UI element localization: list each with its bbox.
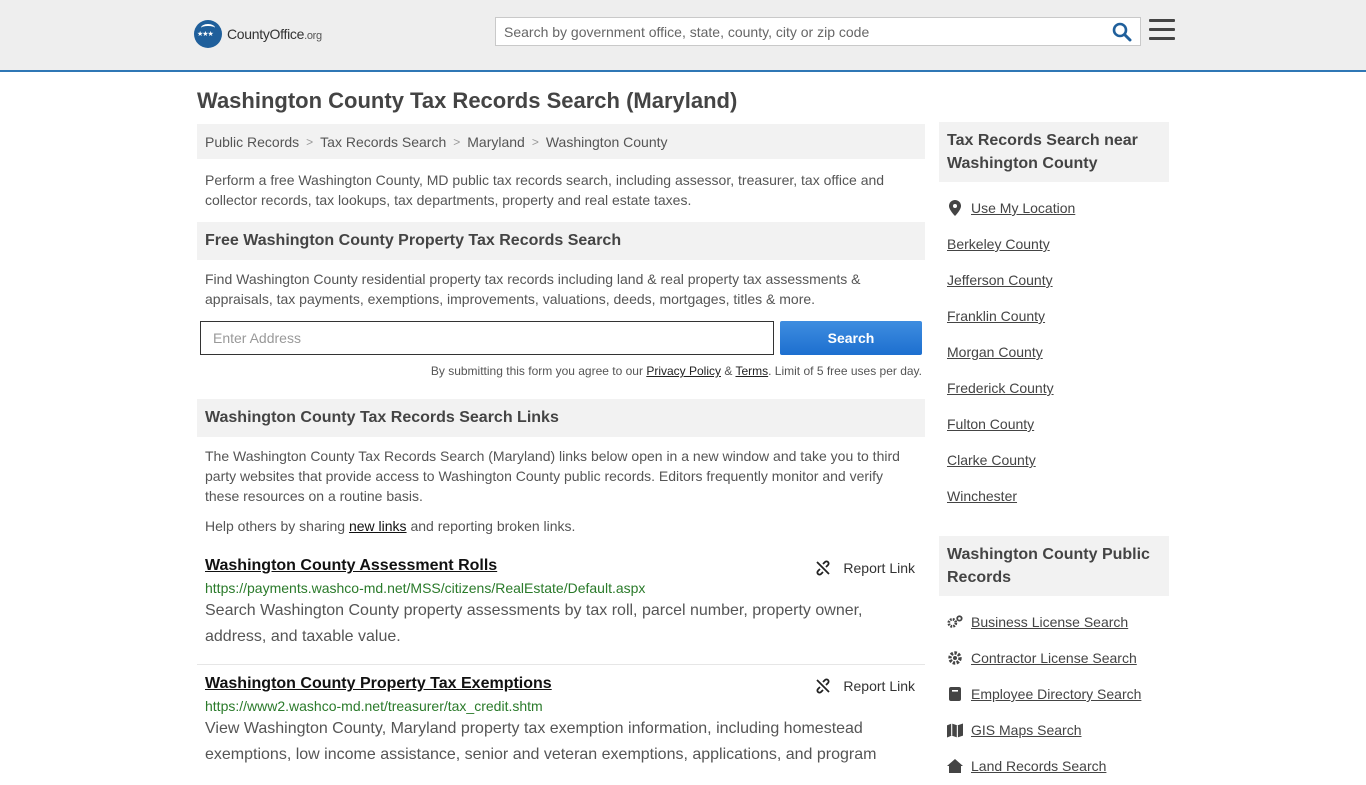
result-item: Washington County Property Tax Exemption…	[197, 675, 925, 785]
breadcrumb-separator: >	[453, 134, 461, 149]
public-records-item: GIS Maps Search	[939, 712, 1169, 748]
address-search-form: Search	[197, 321, 925, 355]
sidebar-public-heading: Washington County Public Records	[939, 536, 1169, 596]
form-disclaimer: By submitting this form you agree to our…	[430, 364, 922, 378]
nearby-item: Franklin County	[939, 298, 1169, 334]
terms-link[interactable]: Terms	[735, 364, 768, 378]
nearby-link[interactable]: Jefferson County	[947, 272, 1053, 288]
report-link-button[interactable]: Report Link	[815, 678, 915, 694]
search-icon[interactable]	[1112, 22, 1132, 42]
employee-directory-search-link[interactable]: Employee Directory Search	[971, 686, 1141, 702]
links-section-heading: Washington County Tax Records Search Lin…	[197, 399, 925, 437]
nearby-item: Frederick County	[939, 370, 1169, 406]
page-title: Washington County Tax Records Search (Ma…	[197, 88, 738, 113]
logo-text: CountyOffice.org	[227, 26, 322, 42]
nearby-link[interactable]: Fulton County	[947, 416, 1034, 432]
nearby-link[interactable]: Franklin County	[947, 308, 1045, 324]
menu-icon[interactable]	[1149, 19, 1175, 41]
nearby-link[interactable]: Winchester	[947, 488, 1017, 504]
main-content: Public Records > Tax Records Search > Ma…	[197, 124, 925, 785]
nearby-link[interactable]: Morgan County	[947, 344, 1043, 360]
book-icon	[947, 686, 963, 702]
gis-maps-search-link[interactable]: GIS Maps Search	[971, 722, 1082, 738]
use-my-location-link[interactable]: Use My Location	[971, 200, 1075, 216]
logo-emblem-icon	[194, 20, 222, 48]
site-search	[495, 17, 1141, 46]
nearby-item: Fulton County	[939, 406, 1169, 442]
breadcrumb-washington-county: Washington County	[545, 133, 668, 150]
nearby-item: Winchester	[939, 478, 1169, 514]
nearby-link[interactable]: Berkeley County	[947, 236, 1050, 252]
top-header: CountyOffice.org	[0, 0, 1366, 72]
use-location-item: Use My Location	[939, 190, 1169, 226]
property-search-description: Find Washington County residential prope…	[205, 271, 861, 307]
result-description: Search Washington County property assess…	[205, 602, 863, 645]
result-description: View Washington County, Maryland propert…	[205, 720, 877, 763]
nearby-item: Berkeley County	[939, 226, 1169, 262]
breadcrumb-maryland[interactable]: Maryland	[467, 134, 525, 150]
result-item: Washington County Assessment Rolls Repor…	[197, 557, 925, 665]
report-link-button[interactable]: Report Link	[815, 560, 915, 576]
breadcrumb: Public Records > Tax Records Search > Ma…	[197, 124, 925, 159]
links-section-description: The Washington County Tax Records Search…	[205, 448, 900, 504]
breadcrumb-tax-records-search[interactable]: Tax Records Search	[320, 134, 446, 150]
nearby-link[interactable]: Frederick County	[947, 380, 1054, 396]
result-title-link[interactable]: Washington County Property Tax Exemption…	[205, 675, 552, 692]
nearby-link[interactable]: Clarke County	[947, 452, 1036, 468]
site-logo[interactable]: CountyOffice.org	[194, 20, 322, 48]
map-icon	[947, 722, 963, 738]
broken-link-icon	[816, 560, 831, 576]
sidebar-public-records: Washington County Public Records Busines…	[939, 536, 1169, 784]
help-text: Help others by sharing new links and rep…	[205, 518, 576, 534]
breadcrumb-separator: >	[531, 134, 539, 149]
gears-icon	[947, 614, 963, 630]
result-url: https://www2.washco-md.net/treasurer/tax…	[205, 698, 543, 714]
result-title-link[interactable]: Washington County Assessment Rolls	[205, 557, 497, 574]
sidebar-nearby: Tax Records Search near Washington Count…	[939, 122, 1169, 514]
business-license-search-link[interactable]: Business License Search	[971, 614, 1128, 630]
address-search-button[interactable]: Search	[780, 321, 922, 355]
result-url: https://payments.washco-md.net/MSS/citiz…	[205, 580, 646, 596]
broken-link-icon	[816, 678, 831, 694]
nearby-item: Jefferson County	[939, 262, 1169, 298]
public-records-item: Employee Directory Search	[939, 676, 1169, 712]
public-records-item: Land Records Search	[939, 748, 1169, 784]
gear-icon	[947, 650, 963, 666]
sidebar-nearby-heading: Tax Records Search near Washington Count…	[939, 122, 1169, 182]
breadcrumb-separator: >	[306, 134, 314, 149]
public-records-item: Business License Search	[939, 604, 1169, 640]
breadcrumb-public-records[interactable]: Public Records	[205, 134, 299, 150]
new-links-link[interactable]: new links	[349, 518, 407, 534]
public-records-item: Contractor License Search	[939, 640, 1169, 676]
map-pin-icon	[947, 200, 963, 216]
intro-text: Perform a free Washington County, MD pub…	[205, 172, 885, 208]
property-search-heading: Free Washington County Property Tax Reco…	[197, 222, 925, 260]
land-records-search-link[interactable]: Land Records Search	[971, 758, 1106, 774]
home-icon	[947, 758, 963, 774]
address-input[interactable]	[200, 321, 774, 355]
nearby-item: Morgan County	[939, 334, 1169, 370]
privacy-policy-link[interactable]: Privacy Policy	[646, 364, 721, 378]
public-records-list: Business License Search Contractor Licen…	[939, 604, 1169, 784]
site-search-input[interactable]	[496, 18, 1096, 45]
nearby-item: Clarke County	[939, 442, 1169, 478]
nearby-list: Use My Location Berkeley County Jefferso…	[939, 190, 1169, 514]
contractor-license-search-link[interactable]: Contractor License Search	[971, 650, 1137, 666]
